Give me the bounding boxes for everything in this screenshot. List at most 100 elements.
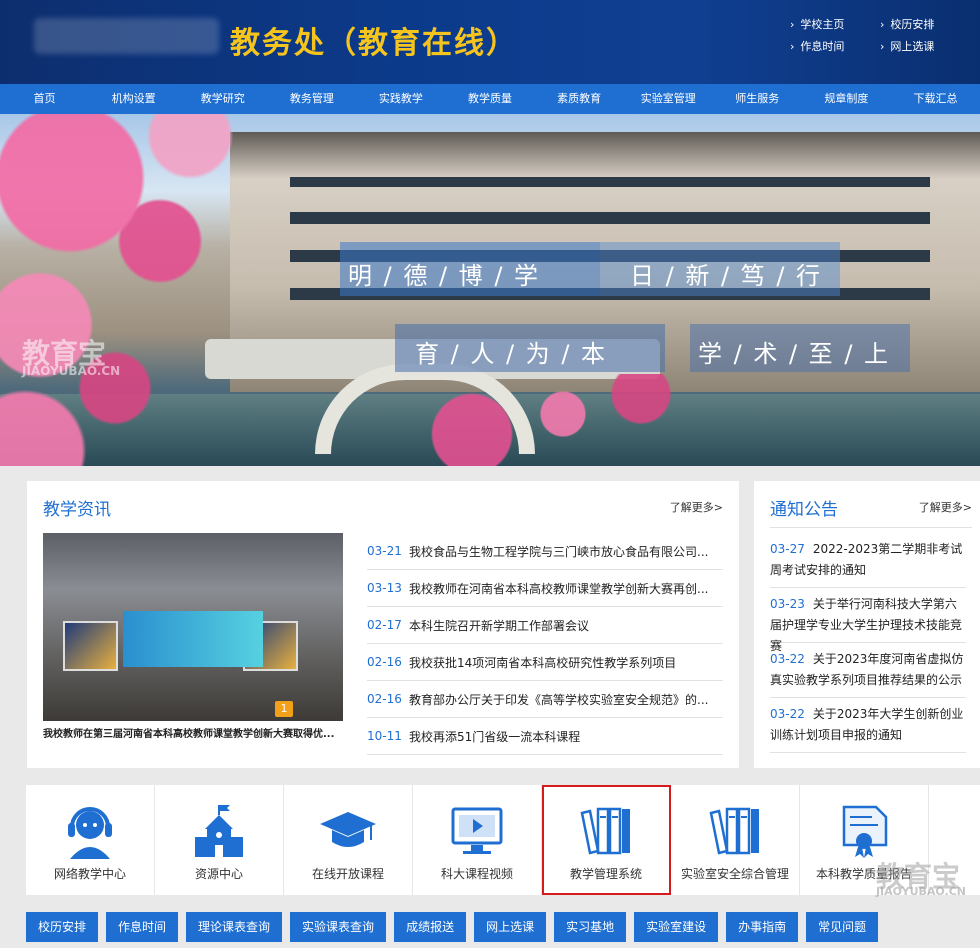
notice-date: 03-22	[770, 652, 805, 666]
notice-date: 03-27	[770, 542, 805, 556]
nav-item-academic-affairs[interactable]: 教务管理	[267, 84, 356, 114]
news-date: 02-16	[367, 655, 402, 669]
bottom-link-lab-timetable[interactable]: 实验课表查询	[290, 912, 387, 942]
stage-screen	[123, 611, 263, 667]
site-title: 教务处（教育在线）	[230, 26, 518, 61]
service-label: 在线开放课程	[311, 867, 384, 881]
hero-banner: 明 / 德 / 博 / 学 日 / 新 / 笃 / 行 育 / 人 / 为 / …	[0, 114, 980, 466]
news-title: 教学资讯	[43, 500, 111, 520]
bottom-quick-links: 校历安排 作息时间 理论课表查询 实验课表查询 成绩报送 网上选课 实习基地 实…	[26, 912, 980, 948]
quick-link-schedule[interactable]: 作息时间	[790, 38, 880, 54]
nav-item-lab-management[interactable]: 实验室管理	[624, 84, 713, 114]
news-date: 02-17	[367, 618, 402, 632]
main-nav: 首页 机构设置 教学研究 教务管理 实践教学 教学质量 素质教育 实验室管理 师…	[0, 84, 980, 114]
motto-text: 日 / 新 / 笃 / 行	[630, 262, 823, 290]
video-monitor-icon	[445, 803, 509, 859]
bottom-link-lab-construction[interactable]: 实验室建设	[634, 912, 719, 942]
watermark-text: JIAOYUBAO.CN	[22, 364, 121, 378]
news-photo[interactable]: 1	[43, 533, 343, 721]
list-item[interactable]: 03-22 关于2023年大学生创新创业训练计划项目申报的通知	[770, 698, 966, 753]
list-item[interactable]: 03-27 2022-2023第二学期非考试周考试安排的通知	[770, 533, 966, 588]
news-link[interactable]: 我校再添51门省级一流本科课程	[409, 728, 580, 745]
news-panel: 教学资讯 了解更多> 1 我校教师在第三届河南省本科高校教师课堂教学创新大赛取得…	[27, 481, 739, 768]
nav-item-practice[interactable]: 实践教学	[356, 84, 445, 114]
bottom-link-calendar[interactable]: 校历安排	[26, 912, 99, 942]
projection-screen	[63, 621, 118, 671]
motto-text: 育 / 人 / 为 / 本	[415, 340, 608, 368]
nav-item-regulations[interactable]: 规章制度	[802, 84, 891, 114]
list-item[interactable]: 03-21 我校食品与生物工程学院与三门峡市放心食品有限公司...	[367, 533, 723, 570]
news-date: 10-11	[367, 729, 402, 743]
plum-blossom-image	[0, 114, 280, 466]
books-icon	[574, 803, 638, 859]
certificate-icon	[832, 803, 896, 859]
service-label: 网络教学中心	[53, 867, 126, 881]
bottom-link-internship[interactable]: 实习基地	[554, 912, 627, 942]
motto-text: 明 / 德 / 博 / 学	[348, 262, 541, 290]
service-shortcuts: 网络教学中心 资源中心 在线开放课程 科大课程视频 教学管理系统 实验室安全综合…	[26, 785, 980, 898]
list-item[interactable]: 03-23 关于举行河南科技大学第六届护理学专业大学生护理技术技能竞赛	[770, 588, 966, 653]
nav-item-quality[interactable]: 教学质量	[445, 84, 534, 114]
service-label: 资源中心	[194, 867, 243, 881]
school-building-icon	[187, 803, 251, 859]
plum-blossom-image	[420, 374, 680, 466]
service-teaching-management-system[interactable]: 教学管理系统	[542, 785, 671, 895]
nav-item-downloads[interactable]: 下载汇总	[891, 84, 980, 114]
service-resource-center[interactable]: 资源中心	[155, 785, 284, 895]
list-item[interactable]: 03-13 我校教师在河南省本科高校教师课堂教学创新大赛再创...	[367, 570, 723, 607]
bottom-link-theory-timetable[interactable]: 理论课表查询	[186, 912, 283, 942]
bottom-link-course-selection[interactable]: 网上选课	[474, 912, 547, 942]
news-more-link[interactable]: 了解更多>	[670, 499, 723, 515]
service-label: 教学管理系统	[569, 867, 642, 881]
notice-list: 03-27 2022-2023第二学期非考试周考试安排的通知 03-23 关于举行河…	[770, 533, 966, 753]
list-item[interactable]: 02-16 教育部办公厅关于印发《高等学校实验室安全规范》的...	[367, 681, 723, 718]
news-list: 03-21 我校食品与生物工程学院与三门峡市放心食品有限公司... 03-13 我校…	[367, 533, 723, 755]
quick-links: 学校主页 校历安排 作息时间 网上选课	[790, 16, 970, 54]
nav-item-organization[interactable]: 机构设置	[89, 84, 178, 114]
bottom-link-grade-report[interactable]: 成绩报送	[394, 912, 467, 942]
notice-date: 03-22	[770, 707, 805, 721]
news-link[interactable]: 本科生院召开新学期工作部署会议	[409, 617, 589, 634]
list-item[interactable]: 02-16 我校获批14项河南省本科高校研究性教学系列项目	[367, 644, 723, 681]
quick-link-school-home[interactable]: 学校主页	[790, 16, 880, 32]
service-label: 实验室安全综合管理	[680, 867, 789, 881]
bottom-link-faq[interactable]: 常见问题	[806, 912, 879, 942]
headset-person-icon	[58, 803, 122, 859]
news-date: 03-13	[367, 581, 402, 595]
service-lab-safety-management[interactable]: 实验室安全综合管理	[671, 785, 800, 895]
news-date: 02-16	[367, 692, 402, 706]
bottom-link-schedule[interactable]: 作息时间	[106, 912, 179, 942]
nav-item-teaching-research[interactable]: 教学研究	[178, 84, 267, 114]
nav-item-quality-education[interactable]: 素质教育	[535, 84, 624, 114]
service-course-videos[interactable]: 科大课程视频	[413, 785, 542, 895]
slide-index-badge[interactable]: 1	[275, 701, 293, 717]
news-link[interactable]: 教育部办公厅关于印发《高等学校实验室安全规范》的...	[409, 691, 708, 708]
bottom-link-guide[interactable]: 办事指南	[726, 912, 799, 942]
list-item[interactable]: 03-22 关于2023年度河南省虚拟仿真实验教学系列项目推荐结果的公示	[770, 643, 966, 698]
notice-panel: 通知公告 了解更多> 03-27 2022-2023第二学期非考试周考试安排的通知…	[754, 481, 980, 768]
notice-date: 03-23	[770, 597, 805, 611]
motto-text: 学 / 术 / 至 / 上	[698, 340, 891, 368]
university-logo[interactable]	[34, 18, 219, 54]
service-label: 科大课程视频	[440, 867, 513, 881]
site-header: 教务处（教育在线） 学校主页 校历安排 作息时间 网上选课	[0, 0, 980, 84]
news-link[interactable]: 我校获批14项河南省本科高校研究性教学系列项目	[409, 654, 676, 671]
divider	[770, 527, 972, 528]
notice-more-link[interactable]: 了解更多>	[919, 499, 972, 515]
books-icon	[703, 803, 767, 859]
quick-link-calendar[interactable]: 校历安排	[880, 16, 970, 32]
nav-item-home[interactable]: 首页	[0, 84, 89, 114]
photo-caption[interactable]: 我校教师在第三届河南省本科高校教师课堂教学创新大赛取得优...	[43, 725, 343, 740]
news-date: 03-21	[367, 544, 402, 558]
service-open-courses[interactable]: 在线开放课程	[284, 785, 413, 895]
quick-link-course-selection[interactable]: 网上选课	[880, 38, 970, 54]
nav-item-services[interactable]: 师生服务	[713, 84, 802, 114]
list-item[interactable]: 10-11 我校再添51门省级一流本科课程	[367, 718, 723, 755]
service-online-teaching-center[interactable]: 网络教学中心	[26, 785, 155, 895]
list-item[interactable]: 02-17 本科生院召开新学期工作部署会议	[367, 607, 723, 644]
notice-title: 通知公告	[770, 500, 838, 520]
news-link[interactable]: 我校教师在河南省本科高校教师课堂教学创新大赛再创...	[409, 580, 708, 597]
news-link[interactable]: 我校食品与生物工程学院与三门峡市放心食品有限公司...	[409, 543, 708, 560]
graduation-cap-icon	[316, 803, 380, 859]
watermark-text: JIAOYUBAO.CN	[875, 885, 966, 898]
